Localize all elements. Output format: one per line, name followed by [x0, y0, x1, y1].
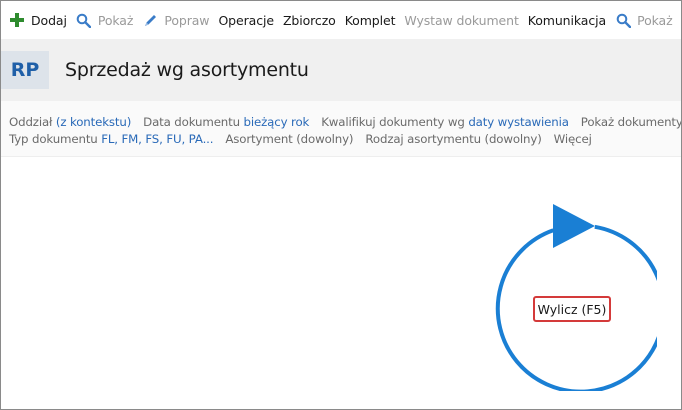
bulk-menu-label: Zbiorczo — [282, 12, 336, 28]
filter-more-label: Więcej — [553, 131, 592, 146]
show-button-label: Pokaż — [97, 12, 134, 28]
filter-document-type-value: FL, FM, FS, FU, PA... — [101, 131, 214, 146]
set-menu[interactable]: Komplet — [345, 13, 396, 28]
show-button-2[interactable]: Pokaż — [615, 12, 673, 28]
filter-more[interactable]: Więcej — [554, 132, 592, 146]
filter-show-documents[interactable]: Pokaż dokumenty zal — [580, 114, 682, 129]
filter-qualify-by-value: daty wystawienia — [468, 114, 569, 129]
bulk-menu[interactable]: Zbiorczo — [283, 13, 336, 28]
filter-branch-value: (z kontekstu) — [55, 114, 132, 129]
set-menu-label: Komplet — [344, 12, 396, 28]
filter-row-1: Oddział (z kontekstu) Data dokumentu bie… — [9, 113, 682, 130]
filter-assortment-kind-label: Rodzaj asortymentu (dowolny) — [365, 131, 542, 146]
communication-menu[interactable]: Komunikacja — [528, 13, 606, 28]
toolbar: Dodaj Pokaż Popraw Operacje Zbiorczo Kom… — [1, 1, 681, 39]
add-button[interactable]: Dodaj — [9, 12, 67, 28]
filter-assortment-kind[interactable]: Rodzaj asortymentu (dowolny) — [365, 132, 541, 146]
filter-branch-label: Oddział — [9, 114, 53, 129]
filter-qualify-by-label: Kwalifikuj dokumenty wg — [321, 114, 465, 129]
add-button-label: Dodaj — [31, 12, 67, 28]
filter-show-documents-label: Pokaż dokumenty zal — [580, 114, 682, 129]
pencil-icon — [142, 12, 158, 28]
page-header: RP Sprzedaż wg asortymentu — [1, 39, 681, 101]
compute-button[interactable]: Wylicz (F5) — [533, 296, 611, 322]
filter-row-2: Typ dokumentu FL, FM, FS, FU, PA... Asor… — [9, 130, 681, 147]
filter-document-date[interactable]: Data dokumentu bieżący rok — [143, 115, 309, 129]
filter-branch[interactable]: Oddział (z kontekstu) — [9, 115, 131, 129]
filter-document-date-value: bieżący rok — [243, 114, 310, 129]
filter-document-type-label: Typ dokumentu — [9, 131, 98, 146]
issue-document-label: Wystaw dokument — [404, 12, 519, 28]
filter-qualify-by[interactable]: Kwalifikuj dokumenty wg daty wystawienia — [321, 115, 569, 129]
filter-document-date-label: Data dokumentu — [143, 114, 240, 129]
operations-menu-label: Operacje — [218, 12, 274, 28]
communication-menu-label: Komunikacja — [527, 12, 607, 28]
edit-button[interactable]: Popraw — [142, 12, 210, 28]
search-icon — [76, 12, 92, 28]
search-icon — [615, 12, 631, 28]
operations-menu[interactable]: Operacje — [218, 13, 274, 28]
page-title: Sprzedaż wg asortymentu — [65, 59, 309, 81]
show-button-2-label: Pokaż — [637, 12, 673, 28]
edit-button-label: Popraw — [164, 12, 210, 28]
filter-bar: Oddział (z kontekstu) Data dokumentu bie… — [1, 101, 682, 157]
show-button[interactable]: Pokaż — [76, 12, 133, 28]
filter-document-type[interactable]: Typ dokumentu FL, FM, FS, FU, PA... — [9, 131, 214, 146]
app-window: Dodaj Pokaż Popraw Operacje Zbiorczo Kom… — [0, 0, 682, 410]
module-badge: RP — [1, 51, 49, 89]
filter-assortment-label: Asortyment (dowolny) — [225, 131, 354, 146]
issue-document-button[interactable]: Wystaw dokument — [404, 13, 518, 28]
plus-icon — [9, 12, 25, 28]
filter-assortment[interactable]: Asortyment (dowolny) — [225, 132, 353, 146]
